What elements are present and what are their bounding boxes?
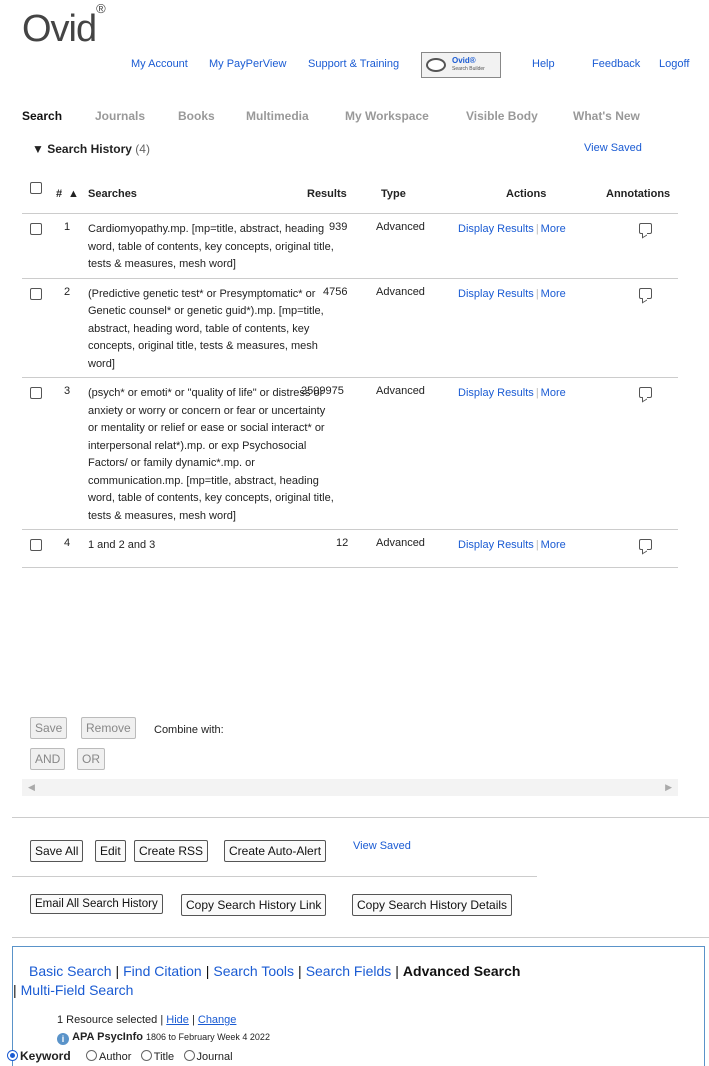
remove-button[interactable]: Remove — [81, 717, 136, 739]
annotation-icon[interactable] — [639, 223, 652, 234]
email-search-history-button[interactable]: Email All Search History — [30, 894, 163, 914]
col-actions: Actions — [506, 188, 547, 200]
database-line: i APA PsycInfo 1806 to February Week 4 2… — [57, 1031, 270, 1045]
row-checkbox[interactable] — [30, 223, 42, 235]
search-query: (psych* or emoti* or "quality of life" o… — [88, 387, 334, 522]
save-all-button[interactable]: Save All — [30, 840, 84, 862]
tab-advanced-search[interactable]: Advanced Search — [403, 963, 521, 979]
search-panel: Basic Search | Find Citation | Search Tools |… — [7, 946, 705, 1066]
view-saved-link[interactable]: View Saved — [584, 142, 642, 154]
tab-basic-search[interactable]: Basic Search — [29, 963, 111, 979]
database-name: APA PsycInfo — [72, 1031, 143, 1043]
sort-asc-icon[interactable]: ▲ — [68, 188, 79, 200]
col-num: # — [56, 188, 63, 200]
nav-visible-body[interactable]: Visible Body — [466, 109, 538, 123]
combine-with-label: Combine with: — [154, 724, 224, 736]
tab-multi-field-search[interactable]: Multi-Field Search — [21, 982, 134, 998]
display-results-link[interactable]: Display Results — [458, 288, 534, 300]
copy-history-details-button[interactable]: Copy Search History Details — [352, 894, 513, 916]
col-annotations: Annotations — [606, 188, 671, 200]
row-results: 939 — [329, 221, 348, 233]
row-type: Advanced — [376, 285, 425, 298]
annotation-icon[interactable] — [639, 387, 652, 398]
display-results-link[interactable]: Display Results — [458, 387, 534, 399]
create-rss-button[interactable]: Create RSS — [134, 840, 209, 862]
my-account-link[interactable]: My Account — [131, 58, 188, 70]
row-checkbox[interactable] — [30, 387, 42, 399]
tab-search-tools[interactable]: Search Tools — [213, 963, 294, 979]
row-number: 1 — [64, 221, 71, 233]
display-results-link[interactable]: Display Results — [458, 539, 534, 551]
table-row: 4 1 and 2 and 3 12 Advanced Display Resu… — [22, 530, 678, 568]
row-number: 4 — [64, 537, 71, 549]
search-history-table: # ▲ Searches Results Type Actions Annota… — [22, 182, 678, 568]
change-link[interactable]: Change — [198, 1014, 237, 1026]
more-link[interactable]: More — [541, 539, 566, 551]
feedback-link[interactable]: Feedback — [592, 58, 640, 70]
col-results: Results — [307, 188, 347, 200]
search-history-toggle[interactable]: ▼ Search History (4) — [32, 142, 150, 156]
logoff-link[interactable]: Logoff — [659, 58, 689, 70]
create-auto-alert-button[interactable]: Create Auto-Alert — [224, 840, 327, 862]
and-button[interactable]: AND — [30, 748, 66, 770]
table-row: 3 (psych* or emoti* or "quality of life"… — [22, 378, 678, 530]
save-button[interactable]: Save — [30, 717, 68, 739]
nav-multimedia[interactable]: Multimedia — [246, 109, 309, 123]
nav-books[interactable]: Books — [178, 109, 215, 123]
scroll-left-icon[interactable]: ◀ — [28, 782, 35, 793]
row-number: 3 — [64, 385, 71, 397]
display-results-link[interactable]: Display Results — [458, 223, 534, 235]
col-searches: Searches — [88, 188, 137, 200]
more-link[interactable]: More — [541, 288, 566, 300]
journal-radio[interactable] — [183, 1050, 195, 1061]
support-training-link[interactable]: Support & Training — [308, 58, 399, 70]
info-icon[interactable]: i — [57, 1033, 69, 1045]
row-number: 2 — [64, 285, 71, 298]
title-radio[interactable] — [140, 1050, 152, 1061]
keyword-radio[interactable] — [7, 1050, 18, 1061]
search-builder-logo[interactable]: Ovid® Search Builder — [421, 52, 501, 78]
row-results: 4756 — [323, 285, 348, 298]
hide-link[interactable]: Hide — [166, 1014, 189, 1026]
author-radio[interactable] — [86, 1050, 98, 1061]
table-row: 1 Cardiomyopathy.mp. [mp=title, abstract… — [22, 214, 678, 279]
my-payperview-link[interactable]: My PayPerView — [209, 58, 286, 70]
help-link[interactable]: Help — [532, 58, 555, 70]
select-all-checkbox[interactable] — [30, 182, 42, 194]
collapse-triangle-icon: ▼ — [32, 142, 44, 156]
row-type: Advanced — [376, 221, 425, 233]
row-results: 2509975 — [301, 385, 344, 397]
magnifier-icon — [426, 58, 446, 72]
ovid-logo[interactable]: Ovid® — [22, 1, 106, 51]
nav-journals[interactable]: Journals — [95, 109, 145, 123]
search-field-radios: Keyword Author Title Journal — [1, 1049, 233, 1063]
resources-selected: 1 Resource selected | Hide | Change — [57, 1014, 237, 1026]
nav-whats-new[interactable]: What's New — [573, 109, 640, 123]
edit-button[interactable]: Edit — [95, 840, 126, 862]
table-row: 2 (Predictive genetic test* or Presympto… — [22, 279, 678, 378]
nav-search[interactable]: Search — [22, 109, 62, 123]
row-type: Advanced — [376, 537, 425, 549]
row-results: 12 — [336, 537, 349, 549]
tab-find-citation[interactable]: Find Citation — [123, 963, 202, 979]
nav-my-workspace[interactable]: My Workspace — [345, 109, 429, 123]
tab-search-fields[interactable]: Search Fields — [306, 963, 392, 979]
row-type: Advanced — [376, 385, 425, 397]
scroll-right-icon[interactable]: ▶ — [665, 782, 672, 793]
search-mode-tabs: Basic Search | Find Citation | Search Tools |… — [13, 963, 521, 998]
view-saved-link-2[interactable]: View Saved — [353, 840, 411, 852]
more-link[interactable]: More — [541, 387, 566, 399]
row-checkbox[interactable] — [30, 287, 42, 300]
copy-history-link-button[interactable]: Copy Search History Link — [181, 894, 327, 916]
annotation-icon[interactable] — [639, 539, 652, 550]
or-button[interactable]: OR — [77, 748, 105, 770]
table-header: # ▲ Searches Results Type Actions Annota… — [22, 182, 678, 214]
row-checkbox[interactable] — [30, 539, 42, 551]
more-link[interactable]: More — [541, 223, 566, 235]
col-type: Type — [381, 188, 406, 200]
horizontal-scrollbar[interactable]: ◀ ▶ — [22, 779, 678, 796]
annotation-icon[interactable] — [639, 287, 652, 299]
database-range: 1806 to February Week 4 2022 — [146, 1032, 270, 1042]
